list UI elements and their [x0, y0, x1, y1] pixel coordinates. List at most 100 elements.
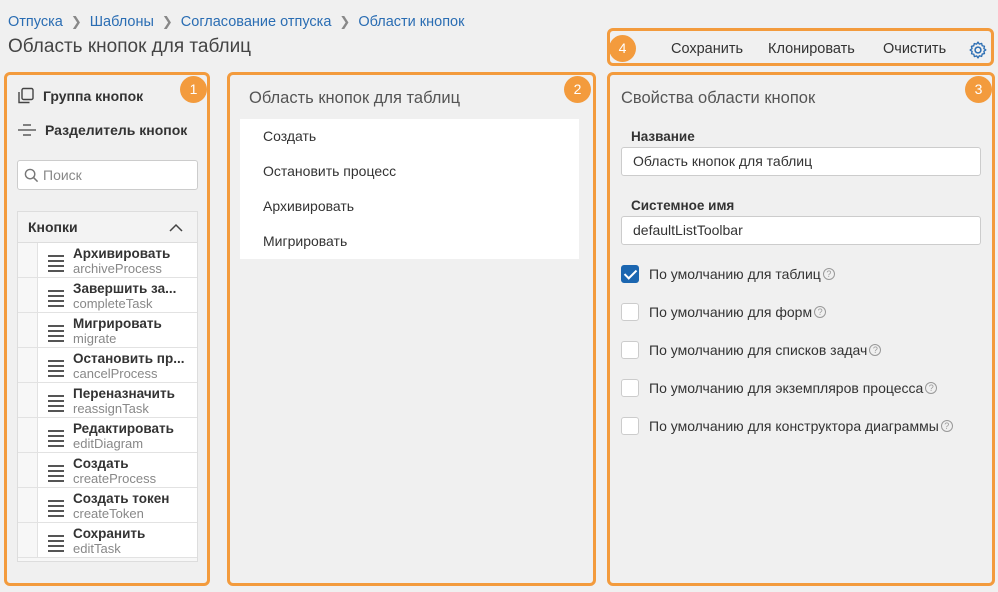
checkbox-default-task-lists[interactable]: По умолчанию для списков задач ?	[621, 341, 882, 359]
list-item-code: cancelProcess	[73, 366, 158, 381]
checkbox-label: По умолчанию для конструктора диаграммы	[649, 418, 939, 434]
checkbox-unchecked[interactable]	[621, 341, 639, 359]
list-item-name: Создать токен	[73, 491, 170, 506]
search-input[interactable]: Поиск	[17, 160, 198, 190]
drag-handle-icon[interactable]	[48, 430, 64, 450]
breadcrumb-item-templates[interactable]: Шаблоны	[90, 14, 154, 30]
button-group-tool[interactable]: Группа кнопок	[17, 87, 143, 105]
drag-handle-icon[interactable]	[48, 290, 64, 310]
buttons-list: Кнопки Архивировать archiveProcess Завер…	[17, 211, 198, 562]
list-item-code: editDiagram	[73, 436, 144, 451]
canvas-item-migrate[interactable]: Мигрировать	[240, 224, 579, 259]
properties-title: Свойства области кнопок	[621, 89, 816, 107]
breadcrumb-item-vacations[interactable]: Отпуска	[8, 14, 63, 30]
clear-button[interactable]: Очистить	[883, 41, 946, 57]
canvas-item-create[interactable]: Создать	[240, 119, 579, 154]
drag-handle-icon[interactable]	[48, 500, 64, 520]
help-icon[interactable]: ?	[869, 344, 882, 356]
list-item[interactable]: Редактировать editDiagram	[18, 418, 197, 453]
gear-icon[interactable]	[968, 40, 988, 60]
checkbox-unchecked[interactable]	[621, 379, 639, 397]
help-icon[interactable]: ?	[814, 306, 827, 318]
list-item-gutter	[18, 418, 38, 452]
checkbox-default-tables[interactable]: По умолчанию для таблиц ?	[621, 265, 835, 283]
list-item-code: migrate	[73, 331, 117, 346]
list-item-code: reassignTask	[73, 401, 149, 416]
list-item-name: Завершить за...	[73, 281, 177, 296]
breadcrumb-item-approval[interactable]: Согласование отпуска	[181, 14, 332, 30]
button-group-label: Группа кнопок	[43, 88, 144, 104]
name-label: Название	[631, 129, 695, 144]
list-item-name: Редактировать	[73, 421, 174, 436]
list-item-name: Мигрировать	[73, 316, 162, 331]
canvas-item-archive[interactable]: Архивировать	[240, 189, 579, 224]
drag-handle-icon[interactable]	[48, 325, 64, 345]
drag-handle-icon[interactable]	[48, 395, 64, 415]
list-item-name: Остановить пр...	[73, 351, 185, 366]
page-title: Область кнопок для таблиц	[8, 36, 252, 57]
list-item-gutter	[18, 523, 38, 557]
list-item-name: Сохранить	[73, 526, 146, 541]
search-icon	[24, 168, 39, 182]
drag-handle-icon[interactable]	[48, 535, 64, 555]
chevron-up-icon[interactable]	[169, 223, 183, 232]
drag-handle-icon[interactable]	[48, 255, 64, 275]
callout-badge-4: 4	[609, 35, 636, 62]
callout-badge-3: 3	[965, 76, 992, 103]
chevron-right-icon: ❯	[339, 14, 351, 29]
list-item-gutter	[18, 313, 38, 347]
callout-badge-2: 2	[564, 76, 591, 103]
checkbox-unchecked[interactable]	[621, 417, 639, 435]
checkbox-checked[interactable]	[621, 265, 639, 283]
checkbox-default-process-instances[interactable]: По умолчанию для экземпляров процесса ?	[621, 379, 938, 397]
list-item-gutter	[18, 453, 38, 487]
save-button[interactable]: Сохранить	[671, 41, 743, 57]
drag-handle-icon[interactable]	[48, 465, 64, 485]
list-item-code: createToken	[73, 506, 144, 521]
list-item[interactable]: Завершить за... completeTask	[18, 278, 197, 313]
list-item-code: archiveProcess	[73, 261, 162, 276]
chevron-right-icon: ❯	[161, 14, 173, 29]
list-item-name: Создать	[73, 456, 129, 471]
canvas-item-stop-process[interactable]: Остановить процесс	[240, 154, 579, 189]
checkbox-label: По умолчанию для форм	[649, 304, 813, 320]
search-placeholder: Поиск	[43, 167, 82, 183]
list-item[interactable]: Создать токен createToken	[18, 488, 197, 523]
button-separator-label: Разделитель кнопок	[45, 122, 188, 138]
checkbox-label: По умолчанию для таблиц	[649, 266, 821, 282]
separator-icon	[18, 124, 36, 136]
button-separator-tool[interactable]: Разделитель кнопок	[17, 122, 187, 138]
list-item[interactable]: Архивировать archiveProcess	[18, 243, 197, 278]
list-item-gutter	[18, 243, 38, 277]
list-item[interactable]: Сохранить editTask	[18, 523, 197, 558]
buttons-list-header[interactable]: Кнопки	[18, 212, 197, 243]
buttons-list-title: Кнопки	[28, 219, 78, 235]
canvas-title: Область кнопок для таблиц	[249, 89, 461, 107]
breadcrumb-item-button-areas[interactable]: Области кнопок	[358, 14, 464, 30]
canvas-button-area: Создать Остановить процесс Архивировать …	[240, 119, 579, 259]
list-item[interactable]: Мигрировать migrate	[18, 313, 197, 348]
list-item-name: Переназначить	[73, 386, 175, 401]
name-field[interactable]: Область кнопок для таблиц	[621, 147, 981, 176]
checkbox-label: По умолчанию для экземпляров процесса	[649, 380, 924, 396]
help-icon[interactable]: ?	[940, 420, 953, 432]
checkbox-label: По умолчанию для списков задач	[649, 342, 868, 358]
chevron-right-icon: ❯	[70, 14, 82, 29]
checkbox-default-forms[interactable]: По умолчанию для форм ?	[621, 303, 827, 321]
checkbox-unchecked[interactable]	[621, 303, 639, 321]
drag-handle-icon[interactable]	[48, 360, 64, 380]
list-item-gutter	[18, 348, 38, 382]
list-item-code: createProcess	[73, 471, 157, 486]
clone-button[interactable]: Клонировать	[768, 41, 855, 57]
list-item-gutter	[18, 488, 38, 522]
list-item[interactable]: Переназначить reassignTask	[18, 383, 197, 418]
checkbox-default-diagram-builder[interactable]: По умолчанию для конструктора диаграммы …	[621, 417, 953, 435]
help-icon[interactable]: ?	[822, 268, 835, 280]
list-item[interactable]: Создать createProcess	[18, 453, 197, 488]
sysname-field[interactable]: defaultListToolbar	[621, 216, 981, 245]
list-item-code: editTask	[73, 541, 121, 556]
list-item-name: Архивировать	[73, 246, 171, 261]
help-icon[interactable]: ?	[925, 382, 938, 394]
breadcrumb: Отпуска ❯ Шаблоны ❯ Согласование отпуска…	[8, 14, 464, 30]
list-item[interactable]: Остановить пр... cancelProcess	[18, 348, 197, 383]
